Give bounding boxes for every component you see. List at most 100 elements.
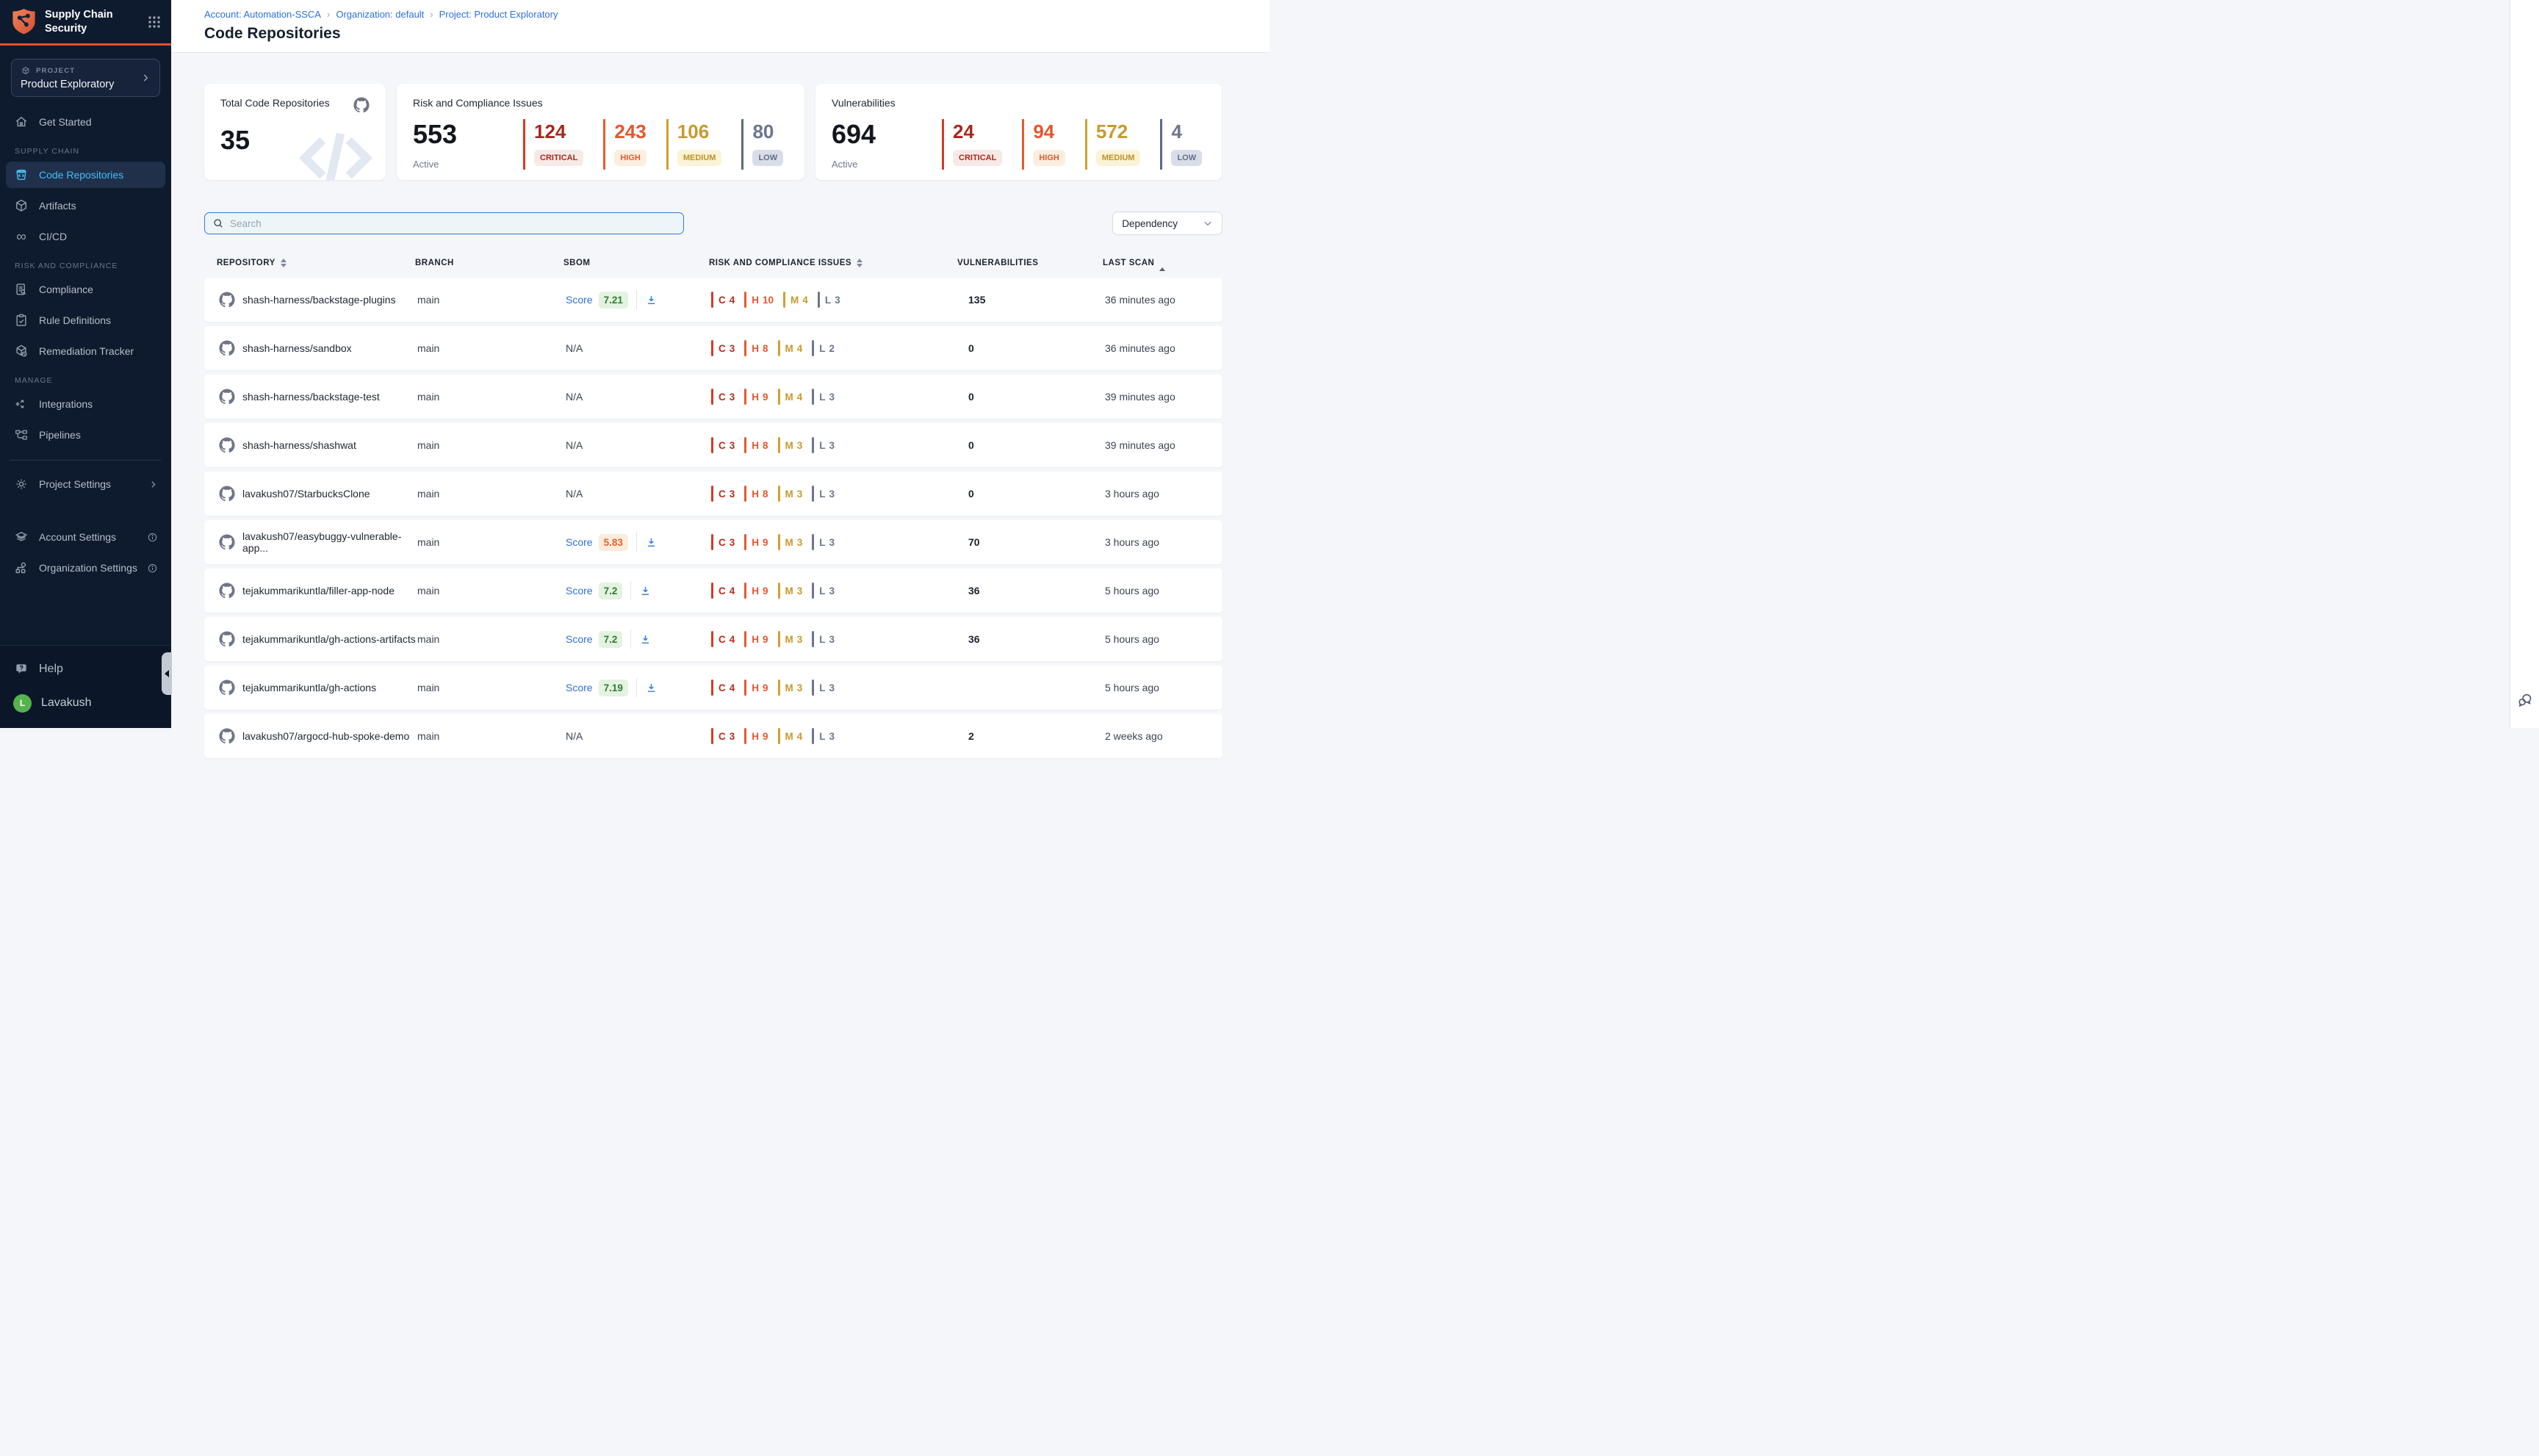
sidebar-item-compliance[interactable]: Compliance — [6, 276, 165, 303]
column-header-branch[interactable]: BRANCH — [415, 259, 563, 267]
critical-count: C3 — [711, 340, 744, 356]
download-icon[interactable] — [645, 536, 658, 549]
download-icon[interactable] — [645, 294, 658, 306]
breadcrumb-organization[interactable]: Organization: default — [336, 9, 424, 20]
table-body: shash-harness/backstage-plugins main Sco… — [204, 278, 1222, 758]
download-icon[interactable] — [639, 633, 652, 646]
sidebar-item-get-started[interactable]: Get Started — [6, 109, 165, 135]
severity-group: 572 MEDIUM — [1085, 119, 1141, 170]
table-row[interactable]: tejakummarikuntla/filler-app-node main S… — [204, 569, 1222, 613]
sbom-score-link[interactable]: Score — [566, 682, 593, 693]
download-icon[interactable] — [645, 682, 658, 694]
sidebar-item-user[interactable]: L Lavakush — [6, 690, 165, 716]
sbom-score-link[interactable]: Score — [566, 633, 593, 645]
sidebar-item-organization-settings[interactable]: Organization Settings — [6, 555, 165, 581]
high-count: H9 — [744, 631, 777, 647]
sbom-score-badge: 7.21 — [599, 292, 628, 309]
app-grid-icon[interactable] — [148, 15, 161, 29]
sbom-score-group: Score 7.21 — [566, 290, 658, 309]
sidebar-item-code-repositories[interactable]: Code Repositories — [6, 162, 165, 188]
filter-value: Dependency — [1122, 218, 1178, 229]
support-chat-icon[interactable] — [2516, 691, 2534, 709]
table-row[interactable]: shash-harness/backstage-plugins main Sco… — [204, 278, 1222, 322]
sidebar-item-rule-definitions[interactable]: Rule Definitions — [6, 307, 165, 334]
sbom-na: N/A — [566, 488, 583, 500]
column-header-risk[interactable]: RISK AND COMPLIANCE ISSUES — [709, 259, 957, 267]
medium-count: M4 — [783, 292, 818, 308]
table-row[interactable]: lavakush07/argocd-hub-spoke-demo main N/… — [204, 714, 1222, 758]
vulnerabilities-cell: 36 — [959, 633, 1105, 645]
risk-issues-cell: C4 H9 M3 L3 — [711, 631, 959, 647]
medium-count: M3 — [778, 631, 813, 647]
sbom-cell: Score 7.2 — [566, 630, 711, 649]
sidebar-item-artifacts[interactable]: Artifacts — [6, 192, 165, 219]
table-row[interactable]: shash-harness/shashwat main N/A C3 H8 M3… — [204, 423, 1222, 467]
divider — [630, 630, 631, 649]
critical-count: C4 — [711, 631, 744, 647]
repository-cell: lavakush07/StarbucksClone — [219, 486, 417, 502]
sbom-cell: Score 7.19 — [566, 678, 711, 697]
sidebar-item-account-settings[interactable]: Account Settings — [6, 524, 165, 550]
search-box[interactable] — [204, 212, 684, 234]
project-selector[interactable]: PROJECT Product Exploratory — [11, 59, 160, 97]
last-scan-cell: 3 hours ago — [1105, 488, 1222, 500]
risk-issues-cell: C3 H8 M3 L3 — [711, 486, 959, 502]
vulnerabilities-cell: 0 — [959, 488, 1105, 500]
critical-count: C3 — [711, 534, 744, 550]
column-header-last-scan[interactable]: LAST SCAN — [1103, 259, 1222, 267]
sidebar-item-label: Help — [39, 663, 63, 676]
info-icon[interactable] — [147, 563, 158, 574]
table-row[interactable]: lavakush07/easybuggy-vulnerable-app... m… — [204, 520, 1222, 564]
high-count: H9 — [744, 389, 777, 405]
sidebar-item-project-settings[interactable]: Project Settings — [6, 471, 165, 497]
sidebar-item-help[interactable]: Help — [6, 656, 165, 682]
medium-count: M4 — [778, 728, 813, 744]
column-header-sbom[interactable]: SBOM — [563, 259, 709, 267]
sidebar-item-pipelines[interactable]: Pipelines — [6, 422, 165, 448]
table-header: REPOSITORY BRANCH SBOM RISK AND COMPLIAN… — [204, 253, 1222, 278]
divider — [636, 678, 637, 697]
clipboard-check-icon — [13, 313, 29, 328]
sort-ascending-icon — [1159, 259, 1165, 267]
branch-cell: main — [417, 730, 566, 742]
repository-cell: tejakummarikuntla/filler-app-node — [219, 583, 417, 599]
sidebar-item-label: Organization Settings — [39, 562, 137, 574]
sidebar-item-cicd[interactable]: ∞ CI/CD — [6, 223, 165, 250]
sidebar-divider — [10, 460, 161, 461]
breadcrumb-account[interactable]: Account: Automation-SSCA — [204, 9, 321, 20]
column-header-vulnerabilities[interactable]: VULNERABILITIES — [957, 259, 1103, 267]
sbom-score-link[interactable]: Score — [566, 294, 593, 306]
vulnerability-severity-groups: 24 CRITICAL 94 HIGH 572 MEDIUM — [942, 119, 1202, 170]
medium-count: M4 — [778, 389, 813, 405]
sbom-score-link[interactable]: Score — [566, 585, 593, 597]
breadcrumb-project[interactable]: Project: Product Exploratory — [439, 9, 558, 20]
info-icon[interactable] — [147, 532, 158, 543]
severity-group: 243 HIGH — [603, 119, 647, 170]
search-input[interactable] — [230, 218, 676, 229]
severity-badge: CRITICAL — [534, 150, 583, 166]
risk-total-value: 553 — [413, 119, 523, 150]
table-row[interactable]: lavakush07/StarbucksClone main N/A C3 H8… — [204, 472, 1222, 516]
table-row[interactable]: tejakummarikuntla/gh-actions-artifacts m… — [204, 617, 1222, 661]
chevron-right-icon — [140, 73, 151, 83]
sidebar-collapse-handle[interactable] — [162, 652, 172, 695]
branch-cell: main — [417, 585, 566, 597]
sidebar-item-remediation-tracker[interactable]: Remediation Tracker — [6, 338, 165, 364]
repository-cell: lavakush07/argocd-hub-spoke-demo — [219, 728, 417, 744]
column-header-repository[interactable]: REPOSITORY — [217, 259, 415, 267]
sidebar-item-integrations[interactable]: Integrations — [6, 391, 165, 417]
filter-dropdown[interactable]: Dependency — [1112, 212, 1222, 235]
sbom-score-group: Score 5.83 — [566, 533, 658, 552]
box-icon — [13, 198, 29, 213]
severity-count: 572 — [1096, 120, 1141, 143]
sbom-score-link[interactable]: Score — [566, 536, 593, 548]
medium-count: M3 — [778, 534, 813, 550]
repository-name: tejakummarikuntla/gh-actions — [242, 682, 376, 693]
table-row[interactable]: shash-harness/sandbox main N/A C3 H8 M4 … — [204, 326, 1222, 370]
integrations-icon — [13, 397, 29, 411]
sidebar-nav: Get Started SUPPLY CHAIN Code Repositori… — [0, 97, 171, 585]
download-icon[interactable] — [639, 585, 652, 597]
table-row[interactable]: shash-harness/backstage-test main N/A C3… — [204, 375, 1222, 419]
table-row[interactable]: tejakummarikuntla/gh-actions main Score … — [204, 666, 1222, 710]
repository-name: shash-harness/sandbox — [242, 342, 352, 354]
